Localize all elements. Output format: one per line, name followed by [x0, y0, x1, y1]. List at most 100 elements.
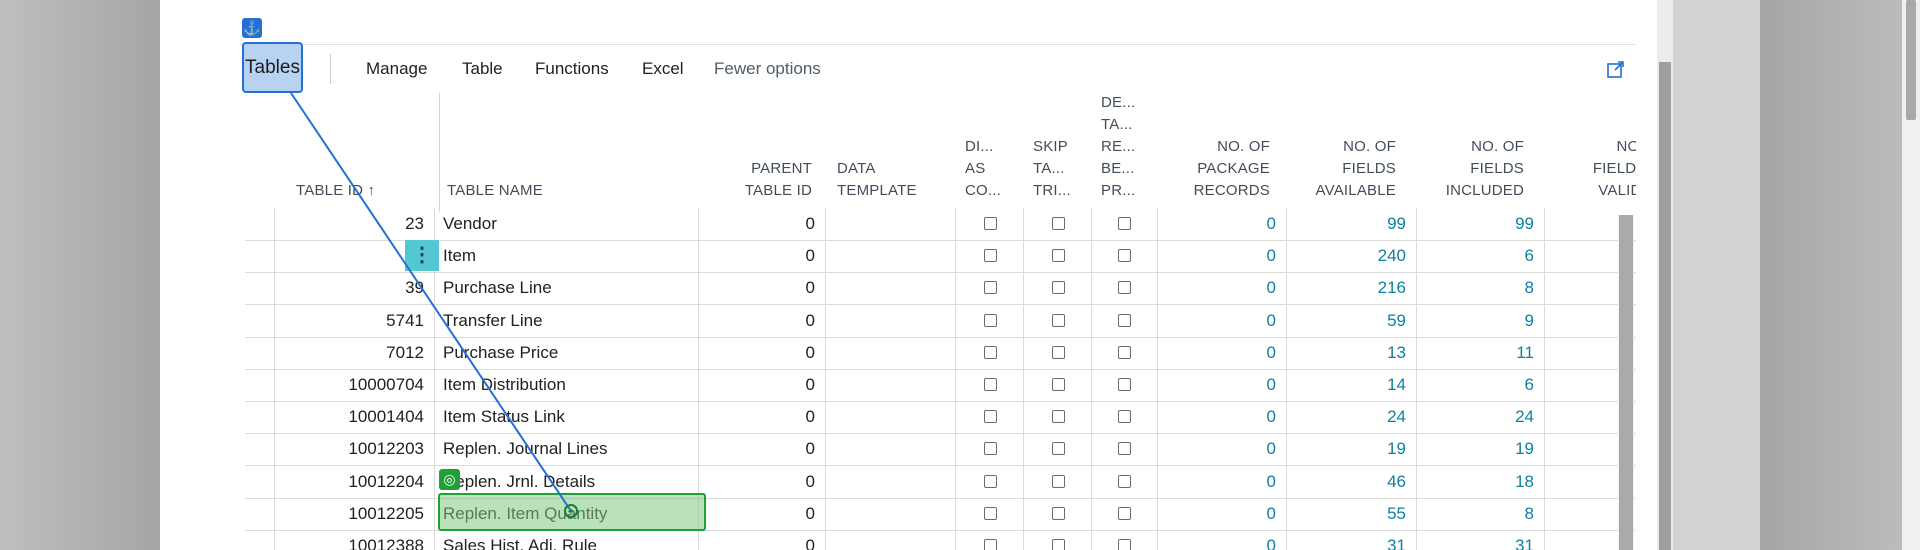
fields-available-cell[interactable]: 216 — [1287, 272, 1417, 305]
checkbox[interactable] — [984, 539, 997, 550]
header-parent-table-id[interactable]: PARENT TABLE ID — [720, 158, 812, 202]
fields-included-cell[interactable]: 6 — [1417, 369, 1545, 401]
checkbox[interactable] — [1052, 313, 1065, 327]
fields-included-cell[interactable]: 19 — [1417, 433, 1545, 466]
parent-table-id-cell[interactable]: 0 — [699, 336, 826, 369]
fields-included-cell[interactable]: 99 — [1417, 208, 1545, 240]
checkbox[interactable] — [1118, 539, 1131, 550]
table-id-cell[interactable]: 10012204 — [275, 465, 435, 498]
fields-available-cell[interactable]: 46 — [1287, 465, 1417, 498]
fields-available-cell[interactable]: 59 — [1287, 304, 1417, 337]
row-selector[interactable] — [245, 465, 275, 498]
checkbox[interactable] — [1052, 410, 1065, 424]
checkbox[interactable] — [1118, 442, 1131, 456]
header-fields-included[interactable]: NO. OF FIELDS INCLUDED — [1420, 136, 1524, 202]
checkbox[interactable] — [984, 249, 997, 263]
grid-scrollbar-thumb[interactable] — [1619, 215, 1633, 550]
checkbox[interactable] — [984, 474, 997, 488]
checkbox[interactable] — [1118, 474, 1131, 488]
checkbox[interactable] — [1118, 281, 1131, 295]
header-fields-available[interactable]: NO. OF FIELDS AVAILABLE — [1290, 136, 1396, 202]
row-selector[interactable] — [245, 240, 275, 273]
header-skip-table-triggers[interactable]: SKIP TA... TRI... — [1033, 136, 1071, 202]
table-name-cell[interactable]: Vendor — [439, 208, 699, 240]
table-name-cell[interactable]: Item — [439, 240, 699, 273]
table-id-cell[interactable]: 5741 — [275, 304, 435, 337]
table-name-cell[interactable]: Replen. Journal Lines — [439, 433, 699, 466]
checkbox[interactable] — [1052, 378, 1065, 391]
checkbox[interactable] — [1118, 506, 1131, 520]
data-template-cell[interactable] — [826, 465, 956, 498]
table-name-cell[interactable]: Purchase Line — [439, 272, 699, 305]
table-row[interactable]: 27Item002406⋮ — [245, 240, 1636, 274]
checkbox[interactable] — [1052, 345, 1065, 359]
table-row[interactable]: 10012203 Replen. Journal Lines 0 0 19 19 — [245, 433, 1636, 467]
fields-included-cell[interactable]: 9 — [1417, 304, 1545, 337]
checkbox[interactable] — [984, 345, 997, 359]
package-records-cell[interactable]: 0 — [1158, 530, 1287, 550]
package-records-cell[interactable]: 0 — [1158, 336, 1287, 369]
fields-available-cell[interactable]: 55 — [1287, 497, 1417, 530]
page-scrollbar-thumb[interactable] — [1906, 0, 1916, 120]
parent-table-id-cell[interactable]: 0 — [699, 497, 826, 530]
parent-table-id-cell[interactable]: 0 — [699, 208, 826, 240]
menu-table[interactable]: Table — [462, 58, 503, 80]
data-template-cell[interactable] — [826, 401, 956, 434]
parent-table-id-cell[interactable]: 0 — [699, 369, 826, 401]
checkbox[interactable] — [984, 217, 997, 230]
checkbox[interactable] — [1118, 378, 1131, 391]
checkbox[interactable] — [1118, 217, 1131, 230]
row-selector[interactable] — [245, 530, 275, 550]
fields-included-cell[interactable]: 11 — [1417, 336, 1545, 369]
header-table-name[interactable]: TABLE NAME — [447, 180, 543, 202]
fields-included-cell[interactable]: 8 — [1417, 497, 1545, 530]
parent-table-id-cell[interactable]: 0 — [699, 240, 826, 273]
checkbox[interactable] — [984, 378, 997, 391]
parent-table-id-cell[interactable]: 0 — [699, 304, 826, 337]
row-selector[interactable] — [245, 369, 275, 401]
checkbox[interactable] — [1052, 442, 1065, 456]
package-records-cell[interactable]: 0 — [1158, 304, 1287, 337]
checkbox[interactable] — [1052, 539, 1065, 550]
fields-available-cell[interactable]: 31 — [1287, 530, 1417, 550]
table-id-cell[interactable]: 10012388 — [275, 530, 435, 550]
checkbox[interactable] — [1052, 281, 1065, 295]
checkbox[interactable] — [984, 410, 997, 424]
checkbox[interactable] — [984, 506, 997, 520]
table-name-cell[interactable]: Item Status Link — [439, 401, 699, 434]
more-vertical-icon[interactable]: ⋮ — [405, 240, 439, 272]
row-selector[interactable] — [245, 497, 275, 530]
fields-available-cell[interactable]: 99 — [1287, 208, 1417, 240]
table-id-cell[interactable]: 10001404 — [275, 401, 435, 434]
package-records-cell[interactable]: 0 — [1158, 433, 1287, 466]
header-package-records[interactable]: NO. OF PACKAGE RECORDS — [1160, 136, 1270, 202]
package-records-cell[interactable]: 0 — [1158, 465, 1287, 498]
package-records-cell[interactable]: 0 — [1158, 240, 1287, 273]
data-template-cell[interactable] — [826, 369, 956, 401]
table-name-cell[interactable]: Purchase Price — [439, 336, 699, 369]
data-template-cell[interactable] — [826, 530, 956, 550]
data-template-cell[interactable] — [826, 240, 956, 273]
parent-table-id-cell[interactable]: 0 — [699, 401, 826, 434]
parent-table-id-cell[interactable]: 0 — [699, 530, 826, 550]
table-name-cell[interactable]: Sales Hist. Adj. Rule — [439, 530, 699, 550]
package-records-cell[interactable]: 0 — [1158, 369, 1287, 401]
table-id-cell[interactable]: 10000704 — [275, 369, 435, 401]
page-scrollbar[interactable] — [1902, 0, 1920, 550]
table-row[interactable]: 7012 Purchase Price 0 0 13 11 — [245, 336, 1636, 370]
data-template-cell[interactable] — [826, 208, 956, 240]
menu-functions[interactable]: Functions — [535, 58, 609, 80]
table-row[interactable]: 5741 Transfer Line 0 0 59 9 — [245, 304, 1636, 338]
tab-tables[interactable]: Tables — [242, 42, 303, 93]
checkbox[interactable] — [984, 442, 997, 456]
row-selector[interactable] — [245, 433, 275, 466]
header-dimensions-as-columns[interactable]: DI... AS CO... — [965, 136, 1001, 202]
checkbox[interactable] — [1118, 249, 1131, 263]
checkbox[interactable] — [1052, 474, 1065, 488]
row-selector[interactable] — [245, 401, 275, 434]
fields-included-cell[interactable]: 8 — [1417, 272, 1545, 305]
package-records-cell[interactable]: 0 — [1158, 497, 1287, 530]
parent-table-id-cell[interactable]: 0 — [699, 433, 826, 466]
package-records-cell[interactable]: 0 — [1158, 401, 1287, 434]
checkbox[interactable] — [984, 313, 997, 327]
